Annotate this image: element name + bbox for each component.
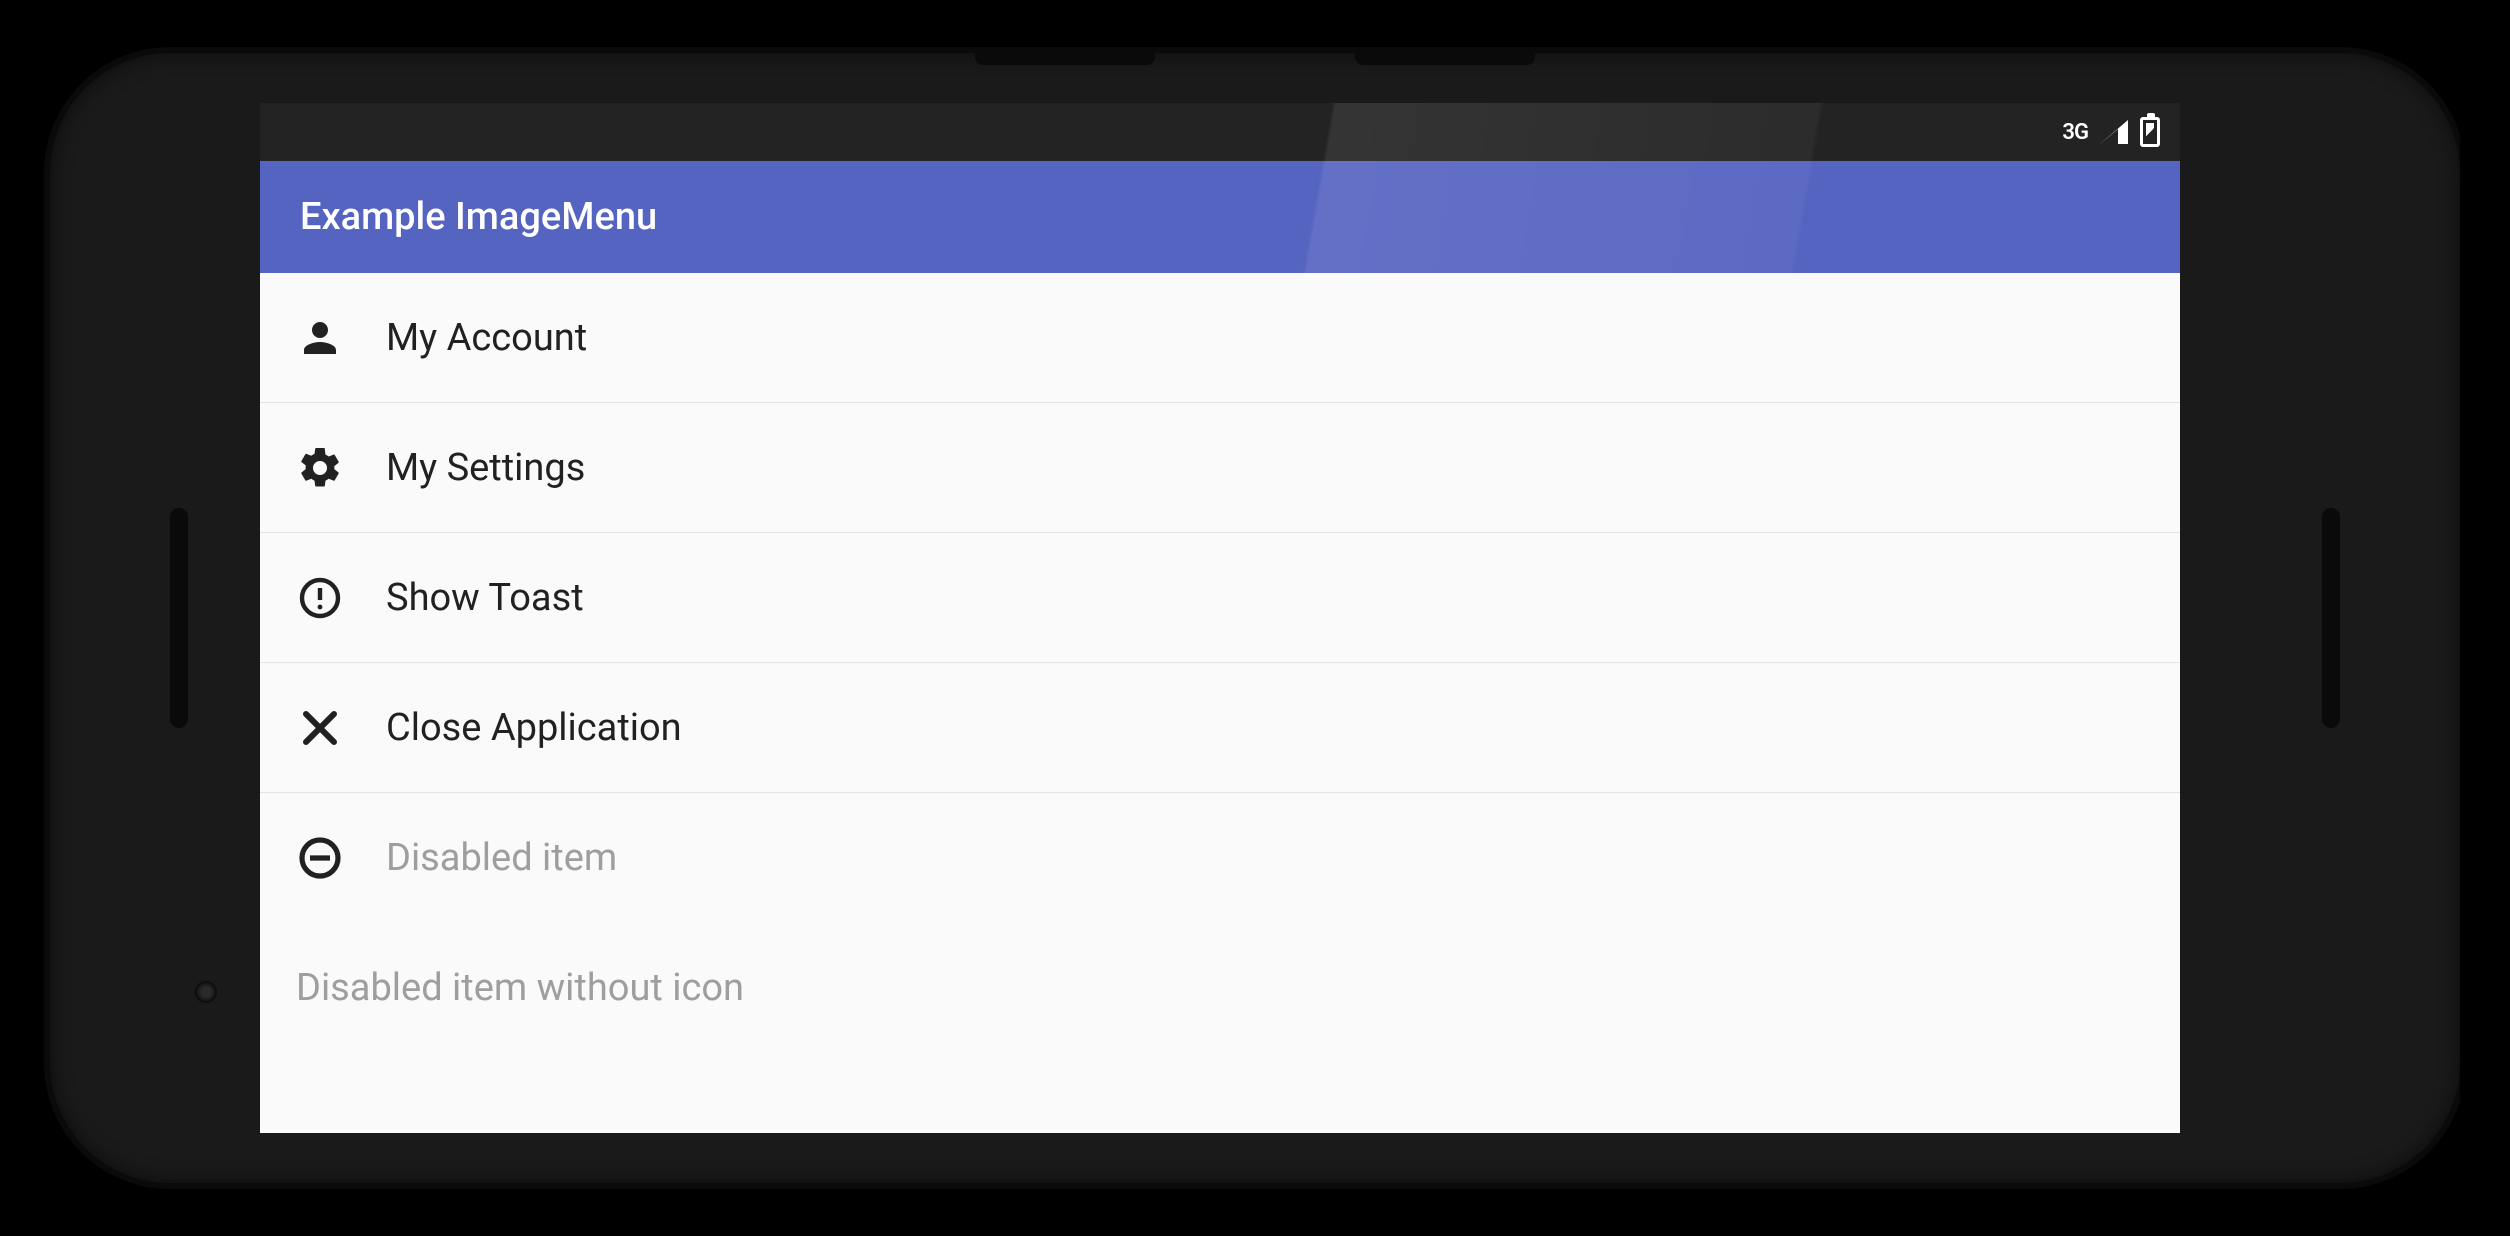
menu-item-label: My Account [386, 316, 587, 360]
menu-item-label: Close Application [386, 706, 682, 750]
menu-item-label: Disabled item [386, 836, 617, 880]
do-not-disturb-icon [296, 834, 344, 882]
phone-top-notch [955, 47, 1555, 67]
android-status-bar: 3G [260, 103, 2180, 161]
network-type-label: 3G [2062, 120, 2088, 145]
device-screen: 3G Example ImageMenu My Account My Setti… [260, 103, 2180, 1133]
app-title: Example ImageMenu [300, 195, 657, 239]
menu-item-show-toast[interactable]: Show Toast [260, 533, 2180, 663]
battery-icon [2140, 117, 2160, 147]
phone-speaker-right [2322, 508, 2340, 728]
gear-icon [296, 444, 344, 492]
app-bar: Example ImageMenu [260, 161, 2180, 273]
image-menu-list: My Account My Settings Show Toast Close … [260, 273, 2180, 1053]
menu-item-my-settings[interactable]: My Settings [260, 403, 2180, 533]
phone-front-camera [195, 981, 217, 1003]
menu-item-label: My Settings [386, 446, 585, 490]
menu-item-disabled-no-icon: Disabled item without icon [260, 923, 2180, 1053]
alert-circle-icon [296, 574, 344, 622]
phone-device-frame: 3G Example ImageMenu My Account My Setti… [50, 53, 2460, 1183]
android-nav-bar [2460, 53, 2510, 1183]
menu-item-close-application[interactable]: Close Application [260, 663, 2180, 793]
menu-item-label: Show Toast [386, 576, 584, 620]
menu-item-my-account[interactable]: My Account [260, 273, 2180, 403]
phone-speaker-left [170, 508, 188, 728]
menu-item-label: Disabled item without icon [296, 966, 744, 1010]
cell-signal-icon [2100, 120, 2128, 144]
close-icon [296, 704, 344, 752]
person-icon [296, 314, 344, 362]
menu-item-disabled: Disabled item [260, 793, 2180, 923]
